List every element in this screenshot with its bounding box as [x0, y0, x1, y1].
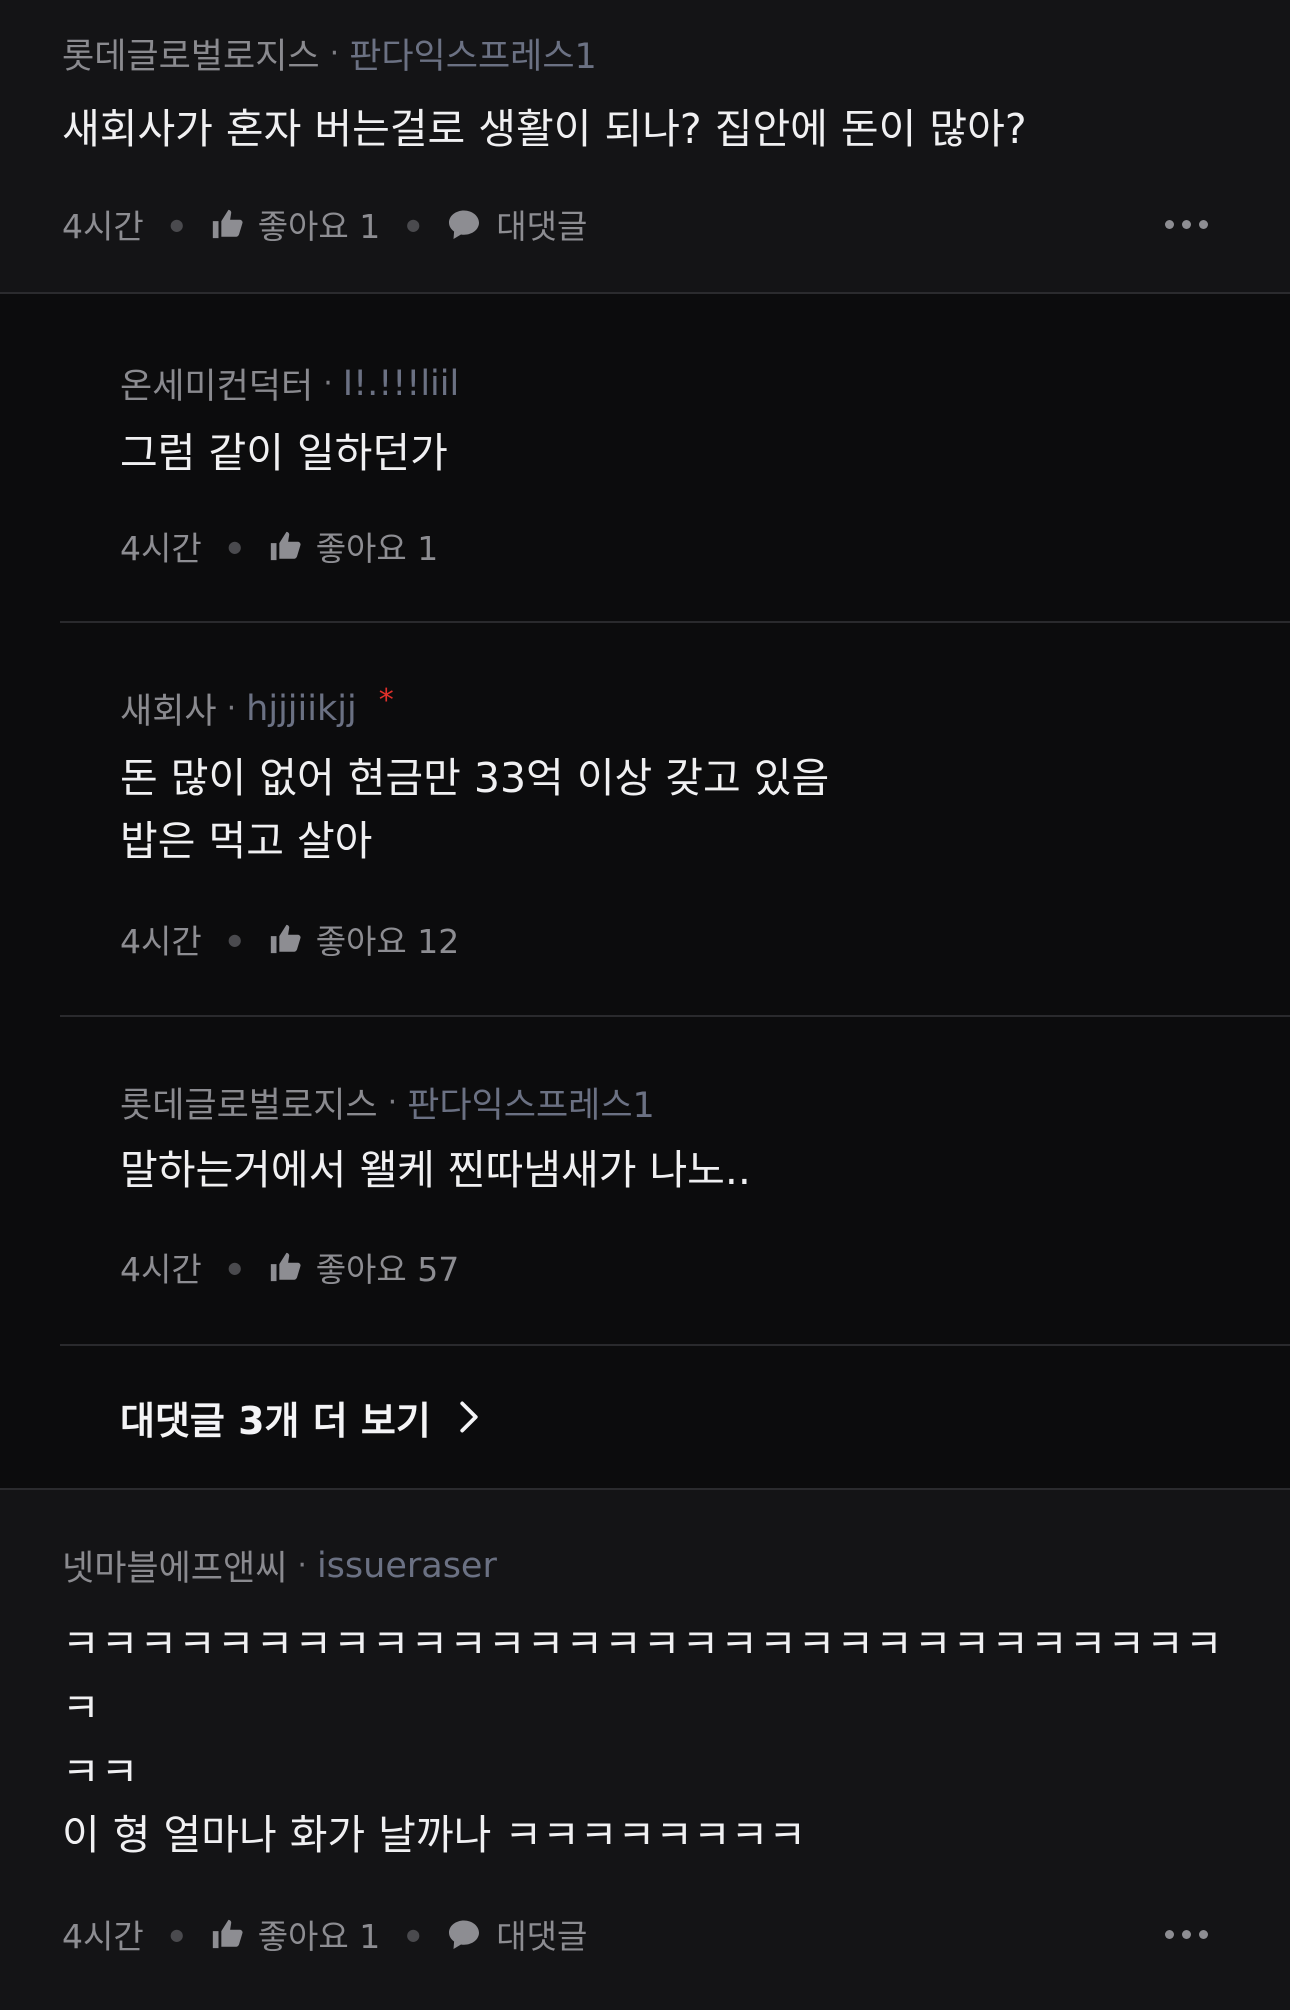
separator-dot: ● [406, 1924, 421, 1944]
separator-dot: · [323, 366, 333, 401]
like-label: 좋아요 1 [257, 207, 381, 246]
reply-item: 롯데글로벌로지스 · 판다익스프레스1 말하는거에서 왤케 찐따냄새가 나노..… [60, 1017, 1290, 1346]
original-poster-marker: * [378, 683, 394, 718]
see-more-label: 대댓글 3개 더 보기 [120, 1398, 431, 1443]
separator-dot: · [226, 691, 237, 726]
comment-text: 새회사가 혼자 버는걸로 생활이 되나? 집안에 돈이 많아? [62, 105, 1027, 153]
separator-dot: · [329, 36, 340, 71]
reply-meta: 4시간 ● 좋아요 12 [120, 915, 459, 963]
timestamp: 4시간 [62, 1917, 144, 1956]
reply-button[interactable]: 대댓글 [446, 200, 587, 248]
author-company[interactable]: issueraser [317, 1546, 497, 1586]
reply-meta: 4시간 ● 좋아요 1 [120, 522, 438, 570]
like-button[interactable]: 좋아요 1 [210, 200, 381, 248]
timestamp: 4시간 [62, 207, 144, 246]
author-company[interactable]: I!.!!!liil [343, 364, 459, 404]
comment: 넷마블에프앤씨 · issueraser ㅋㅋㅋㅋㅋㅋㅋㅋㅋㅋㅋㅋㅋㅋㅋㅋㅋㅋㅋ… [0, 1490, 1290, 2010]
separator-dot: ● [227, 536, 242, 556]
speech-bubble-icon [449, 1920, 480, 1949]
separator-dot: · [387, 1085, 398, 1120]
author-name[interactable]: 롯데글로벌로지스 [120, 1077, 378, 1128]
author-company[interactable]: 판다익스프레스1 [349, 28, 597, 79]
more-horizontal-icon[interactable] [1165, 219, 1208, 229]
reply-text: 그럼 같이 일하던가 [120, 429, 448, 477]
like-label: 좋아요 1 [257, 1917, 381, 1956]
reply-thread: 온세미컨덕터 · I!.!!!liil 그럼 같이 일하던가 4시간 ● 좋아요… [0, 294, 1290, 1488]
reply-label: 대댓글 [496, 1917, 588, 1956]
comment-author-line: 롯데글로벌로지스 · 판다익스프레스1 [62, 28, 597, 79]
like-button[interactable]: 좋아요 1 [268, 522, 439, 570]
author-name[interactable]: 넷마블에프앤씨 [62, 1540, 287, 1591]
separator-dot: ● [169, 214, 184, 234]
timestamp: 4시간 [120, 922, 202, 961]
like-label: 좋아요 1 [315, 529, 439, 568]
separator-dot: · [297, 1548, 307, 1583]
separator-dot: ● [406, 214, 421, 234]
comment-author-line: 넷마블에프앤씨 · issueraser [62, 1540, 497, 1591]
reply-item: 새회사 · hjjjiikjj * 돈 많이 없어 현금만 33억 이상 갖고 … [60, 623, 1290, 1017]
reply-author-line: 온세미컨덕터 · I!.!!!liil [120, 358, 459, 409]
thumbs-up-icon [270, 531, 301, 561]
speech-bubble-icon [449, 210, 480, 239]
timestamp: 4시간 [120, 529, 202, 568]
separator-dot: ● [169, 1924, 184, 1944]
like-button[interactable]: 좋아요 1 [210, 1910, 381, 1958]
separator-dot: ● [227, 1257, 242, 1277]
reply-button[interactable]: 대댓글 [446, 1910, 587, 1958]
author-company[interactable]: hjjjiikjj [246, 689, 357, 729]
reply-author-line: 새회사 · hjjjiikjj * [120, 683, 394, 734]
author-name[interactable]: 롯데글로벌로지스 [62, 28, 320, 79]
comment-text: ㅋㅋㅋㅋㅋㅋㅋㅋㅋㅋㅋㅋㅋㅋㅋㅋㅋㅋㅋㅋㅋㅋㅋㅋㅋㅋㅋㅋㅋㅋㅋ ㅋㅋ [62, 1620, 1224, 1796]
separator-dot: ● [227, 929, 242, 949]
thumbs-up-icon [270, 924, 301, 954]
like-label: 좋아요 57 [315, 1250, 460, 1289]
reply-author-line: 롯데글로벌로지스 · 판다익스프레스1 [120, 1077, 655, 1128]
reply-text: 돈 많이 없어 현금만 33억 이상 갖고 있음 밥은 먹고 살아 [120, 754, 830, 865]
comment-text-line2: 이 형 얼마나 화가 날까나 ㅋㅋㅋㅋㅋㅋㅋㅋ [62, 1811, 807, 1859]
comment-meta: 4시간 ● 좋아요 1 ● 대댓글 [62, 1910, 1290, 1958]
comment-meta: 4시간 ● 좋아요 1 ● 대댓글 [62, 200, 1290, 248]
author-name[interactable]: 새회사 [120, 683, 217, 734]
author-name[interactable]: 온세미컨덕터 [120, 358, 313, 409]
thumbs-up-icon [212, 1919, 243, 1949]
like-label: 좋아요 12 [315, 922, 460, 961]
author-company[interactable]: 판다익스프레스1 [407, 1077, 655, 1128]
thumbs-up-icon [270, 1252, 301, 1282]
timestamp: 4시간 [120, 1250, 202, 1289]
like-button[interactable]: 좋아요 57 [268, 1243, 460, 1291]
more-horizontal-icon[interactable] [1165, 1929, 1208, 1939]
chevron-right-icon [460, 1401, 478, 1433]
like-button[interactable]: 좋아요 12 [268, 915, 460, 963]
thumbs-up-icon [212, 209, 243, 239]
comment: 롯데글로벌로지스 · 판다익스프레스1 새회사가 혼자 버는걸로 생활이 되나?… [0, 0, 1290, 292]
reply-item: 온세미컨덕터 · I!.!!!liil 그럼 같이 일하던가 4시간 ● 좋아요… [60, 294, 1290, 623]
reply-meta: 4시간 ● 좋아요 57 [120, 1243, 459, 1291]
reply-label: 대댓글 [496, 207, 588, 246]
reply-text: 말하는거에서 왤케 찐따냄새가 나노.. [120, 1146, 751, 1194]
see-more-replies-button[interactable]: 대댓글 3개 더 보기 [0, 1346, 1290, 1488]
